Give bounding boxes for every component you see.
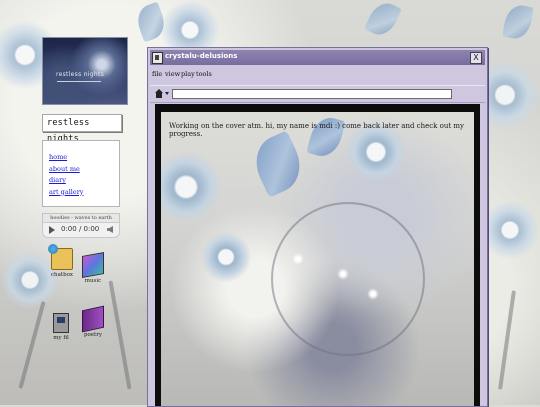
content-moth	[246, 130, 310, 198]
menu-tools[interactable]: tools	[196, 70, 212, 78]
desktop-icon-my-files[interactable]: my fil	[43, 313, 79, 341]
banner-caption: restless nights	[56, 71, 105, 78]
nav-link-art-gallery[interactable]: art gallery	[49, 188, 83, 196]
menu-file[interactable]: file	[152, 70, 162, 78]
music-cd-icon	[82, 252, 104, 278]
play-icon[interactable]	[49, 226, 55, 234]
window-title: crystalu-delusions	[165, 52, 238, 60]
nav-box: home about me diary art gallery	[42, 140, 120, 207]
address-toolbar	[150, 85, 485, 103]
volume-icon[interactable]	[107, 226, 113, 233]
page-viewport: Working on the cover atm. hi, my name is…	[155, 104, 480, 406]
page-intro-text: Working on the cover atm. hi, my name is…	[169, 122, 464, 138]
nav-item-gallery: art gallery	[49, 187, 83, 199]
wallpaper-stem	[18, 301, 46, 389]
nav-link-home[interactable]: home	[49, 153, 67, 161]
wallpaper-stem	[108, 280, 132, 390]
menu-play[interactable]: play	[181, 70, 195, 78]
content-flower	[161, 152, 221, 222]
nav-list: home about me diary art gallery	[49, 152, 83, 198]
desktop-icon-label: music	[84, 278, 102, 284]
nav-item-about: about me	[49, 164, 83, 176]
content-sparkle	[291, 252, 305, 266]
browser-window: crystalu-delusions X file view play tool…	[147, 47, 488, 407]
address-input[interactable]	[172, 89, 452, 99]
nav-item-home: home	[49, 152, 83, 164]
page-content: Working on the cover atm. hi, my name is…	[161, 112, 474, 406]
chevron-down-icon[interactable]	[165, 92, 169, 95]
globe-folder-icon	[48, 244, 73, 270]
wallpaper-flower	[480, 200, 540, 260]
book-icon	[82, 305, 104, 333]
site-title: restless nights	[42, 114, 122, 144]
content-sparkle	[366, 287, 380, 301]
banner-divider	[57, 81, 101, 82]
wallpaper-moth	[502, 3, 534, 41]
nav-link-about-me[interactable]: about me	[49, 165, 80, 173]
desktop-icon-poetry[interactable]: poetry	[75, 305, 111, 338]
wallpaper-moth	[364, 0, 402, 40]
window-titlebar[interactable]: crystalu-delusions X	[150, 50, 485, 65]
nav-link-diary[interactable]: diary	[49, 176, 66, 184]
desktop-icon-label: my fil	[53, 335, 69, 341]
content-flower	[201, 232, 251, 282]
menu-bar: file view play tools	[150, 68, 485, 81]
audio-player: 0:00 / 0:00	[42, 222, 120, 238]
computer-icon	[53, 313, 69, 333]
wallpaper-stem	[498, 290, 516, 390]
header-banner-image: restless nights	[42, 37, 128, 105]
desktop-icon-label: poetry	[83, 332, 103, 338]
menu-view[interactable]: view	[165, 70, 180, 78]
home-icon[interactable]	[155, 89, 163, 98]
player-time: 0:00 / 0:00	[61, 225, 100, 233]
nav-item-diary: diary	[49, 175, 83, 187]
content-sparkle	[336, 267, 350, 281]
app-icon	[152, 52, 163, 64]
desktop-icon-music[interactable]: music	[75, 252, 111, 284]
close-button[interactable]: X	[470, 52, 482, 64]
